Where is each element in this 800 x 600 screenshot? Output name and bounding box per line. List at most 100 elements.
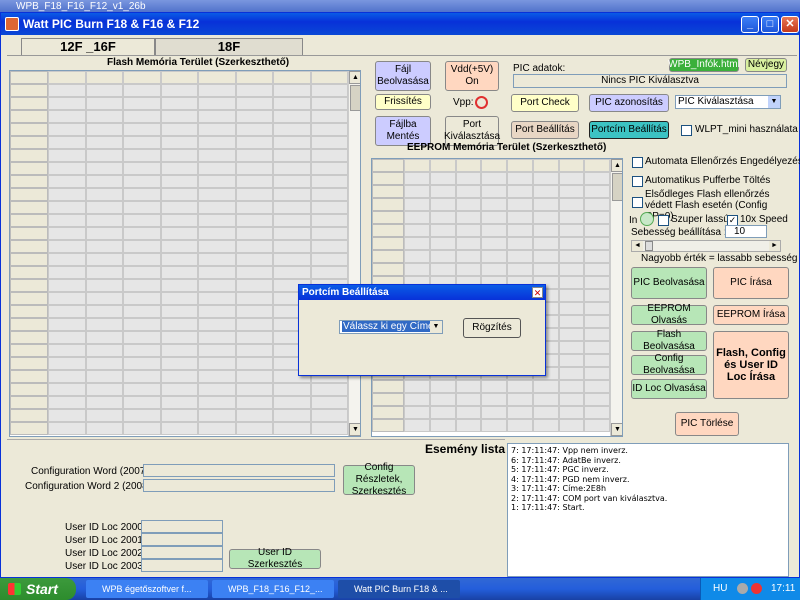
grid-cell[interactable]	[507, 380, 533, 393]
grid-cell[interactable]	[558, 224, 585, 237]
grid-cell[interactable]	[235, 123, 273, 136]
grid-cell[interactable]	[481, 393, 507, 406]
grid-cell[interactable]	[532, 250, 559, 263]
grid-column-header[interactable]	[404, 159, 430, 172]
flash-grid[interactable]: ▲ ▼	[9, 70, 361, 437]
grid-cell[interactable]	[123, 227, 161, 240]
grid-cell[interactable]	[455, 172, 482, 185]
vdd-on-button[interactable]: Vdd(+5V) On	[445, 61, 499, 91]
grid-cell[interactable]	[198, 110, 236, 123]
grid-row-header[interactable]	[372, 393, 404, 406]
grid-cell[interactable]	[123, 331, 161, 344]
grid-row-header[interactable]	[10, 370, 48, 383]
grid-row-header[interactable]	[10, 110, 48, 123]
tray-icon[interactable]	[737, 583, 748, 594]
grid-cell[interactable]	[429, 419, 456, 432]
grid-cell[interactable]	[273, 201, 311, 214]
grid-column-header[interactable]	[123, 71, 161, 84]
grid-cell[interactable]	[558, 341, 585, 354]
grid-cell[interactable]	[404, 185, 430, 198]
grid-cell[interactable]	[481, 380, 507, 393]
grid-cell[interactable]	[123, 279, 161, 292]
grid-cell[interactable]	[85, 305, 123, 318]
grid-cell[interactable]	[481, 172, 507, 185]
grid-column-header[interactable]	[558, 159, 585, 172]
grid-cell[interactable]	[404, 393, 430, 406]
grid-cell[interactable]	[273, 123, 311, 136]
grid-cell[interactable]	[160, 344, 198, 357]
grid-cell[interactable]	[85, 175, 123, 188]
grid-cell[interactable]	[85, 188, 123, 201]
grid-cell[interactable]	[429, 380, 456, 393]
grid-cell[interactable]	[235, 318, 273, 331]
tab-18f[interactable]: 18F	[155, 38, 303, 55]
grid-cell[interactable]	[404, 224, 430, 237]
grid-cell[interactable]	[48, 370, 86, 383]
grid-cell[interactable]	[429, 250, 456, 263]
grid-row-header[interactable]	[372, 250, 404, 263]
grid-cell[interactable]	[198, 266, 236, 279]
grid-cell[interactable]	[429, 198, 456, 211]
grid-cell[interactable]	[85, 149, 123, 162]
grid-cell[interactable]	[273, 188, 311, 201]
grid-cell[interactable]	[455, 237, 482, 250]
minimize-button[interactable]: _	[741, 16, 759, 33]
port-settings-button[interactable]: Port Beállítás	[511, 121, 579, 139]
grid-cell[interactable]	[85, 214, 123, 227]
grid-row-header[interactable]	[10, 409, 48, 422]
grid-cell[interactable]	[85, 253, 123, 266]
maximize-button[interactable]: □	[761, 16, 779, 33]
grid-cell[interactable]	[48, 253, 86, 266]
grid-cell[interactable]	[273, 266, 311, 279]
grid-cell[interactable]	[160, 188, 198, 201]
grid-cell[interactable]	[160, 370, 198, 383]
grid-cell[interactable]	[160, 318, 198, 331]
scroll-down-icon[interactable]: ▼	[611, 423, 622, 436]
grid-cell[interactable]	[48, 357, 86, 370]
grid-cell[interactable]	[584, 406, 610, 419]
flash-protect-checkbox[interactable]	[632, 197, 643, 208]
grid-cell[interactable]	[310, 175, 348, 188]
grid-cell[interactable]	[429, 406, 456, 419]
grid-cell[interactable]	[310, 162, 348, 175]
grid-cell[interactable]	[455, 250, 482, 263]
grid-cell[interactable]	[235, 344, 273, 357]
grid-cell[interactable]	[235, 266, 273, 279]
config-read-button[interactable]: Config Beolvasása	[631, 353, 707, 376]
auto-buffer-checkbox[interactable]	[632, 176, 643, 187]
pic-read-button[interactable]: PIC Beolvasása	[631, 267, 707, 299]
grid-column-header[interactable]	[273, 71, 311, 84]
grid-cell[interactable]	[235, 84, 273, 97]
grid-cell[interactable]	[198, 396, 236, 409]
grid-cell[interactable]	[558, 237, 585, 250]
grid-cell[interactable]	[532, 198, 559, 211]
grid-cell[interactable]	[558, 172, 585, 185]
grid-cell[interactable]	[235, 240, 273, 253]
grid-cell[interactable]	[455, 263, 482, 276]
grid-cell[interactable]	[160, 84, 198, 97]
grid-cell[interactable]	[584, 211, 610, 224]
grid-cell[interactable]	[198, 331, 236, 344]
grid-cell[interactable]	[160, 331, 198, 344]
grid-cell[interactable]	[235, 370, 273, 383]
grid-cell[interactable]	[273, 214, 311, 227]
grid-cell[interactable]	[273, 162, 311, 175]
dialog-title[interactable]: Portcím Beállítása	[299, 285, 545, 300]
grid-cell[interactable]	[235, 201, 273, 214]
grid-cell[interactable]	[235, 175, 273, 188]
grid-cell[interactable]	[123, 214, 161, 227]
grid-cell[interactable]	[584, 289, 610, 302]
super-slow-checkbox[interactable]	[658, 215, 669, 226]
grid-cell[interactable]	[198, 318, 236, 331]
grid-cell[interactable]	[584, 328, 610, 341]
grid-row-header[interactable]	[10, 292, 48, 305]
grid-cell[interactable]	[198, 97, 236, 110]
grid-cell[interactable]	[455, 198, 482, 211]
grid-cell[interactable]	[85, 110, 123, 123]
grid-cell[interactable]	[85, 266, 123, 279]
grid-cell[interactable]	[481, 419, 507, 432]
grid-cell[interactable]	[558, 354, 585, 367]
scroll-down-icon[interactable]: ▼	[349, 423, 360, 436]
grid-cell[interactable]	[558, 419, 585, 432]
grid-cell[interactable]	[160, 383, 198, 396]
